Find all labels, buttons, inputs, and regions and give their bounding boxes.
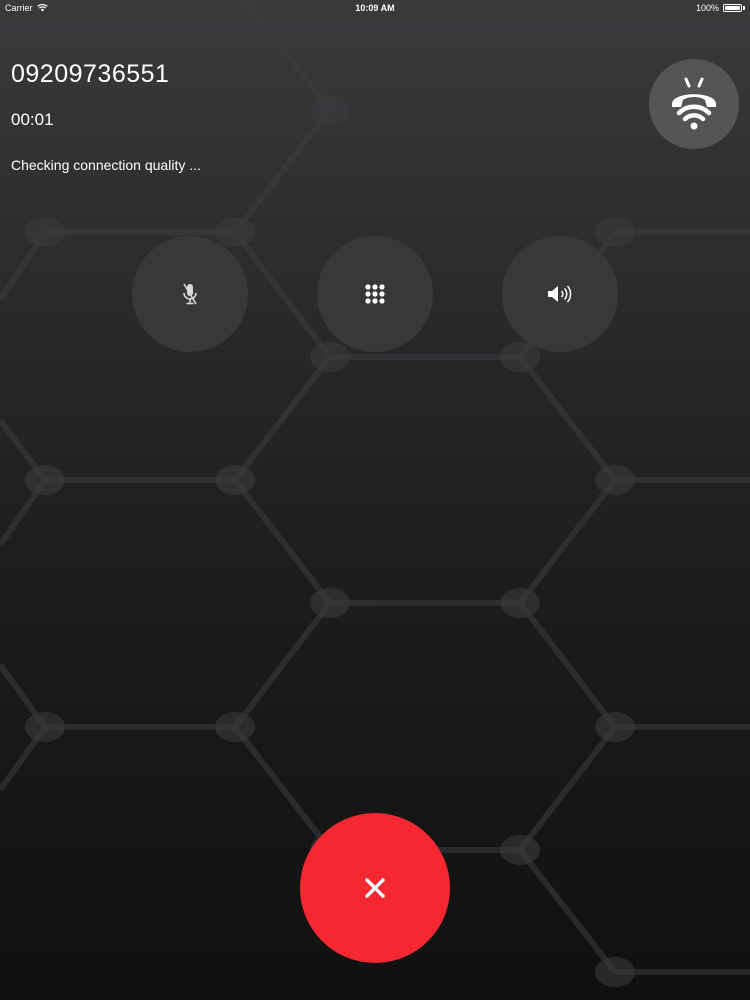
keypad-button[interactable] [317,236,433,352]
status-bar: Carrier 10:09 AM 100% [0,0,750,16]
speaker-button[interactable] [502,236,618,352]
microphone-muted-icon [181,282,199,306]
phone-wifi-icon [663,73,725,135]
call-number: 09209736551 [11,60,170,88]
call-status: Checking connection quality ... [11,157,201,173]
mute-button[interactable] [132,236,248,352]
close-icon [364,877,386,899]
end-call-button[interactable] [300,813,450,963]
speaker-icon [546,283,574,305]
connection-quality-button[interactable] [649,59,739,149]
call-duration: 00:01 [11,110,54,129]
battery-icon [723,4,742,12]
status-time: 10:09 AM [355,3,395,13]
keypad-icon [364,283,386,305]
status-right: 100% [696,3,745,13]
battery-percentage: 100% [695,3,719,13]
call-screen: Carrier 10:09 AM 100% 09209736551 00:01 … [0,0,750,1000]
